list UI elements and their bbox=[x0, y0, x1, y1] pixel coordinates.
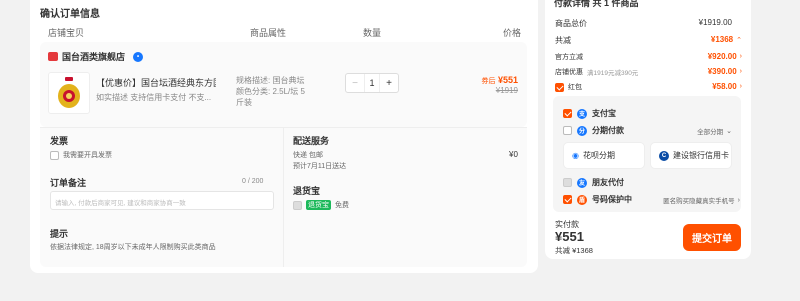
redpacket-checkbox[interactable] bbox=[555, 82, 564, 92]
shop-discount-title: 店铺优惠 bbox=[555, 69, 583, 76]
official-discount-value: ¥920.00 bbox=[707, 52, 737, 61]
ccb-credit-card-option[interactable]: C 建设银行信用卡 bbox=[650, 142, 732, 169]
remark-input[interactable]: 请输入, 付款后商家可见, 建议和商家协商一致 bbox=[50, 191, 274, 210]
color-line: 颜色分类: 2.5L/坛 5 bbox=[236, 87, 305, 96]
friend-pay-icon: 友 bbox=[577, 177, 587, 188]
shop-discount-rule: 满1919元减390元 bbox=[587, 70, 639, 77]
installment-all-link[interactable]: 全部分期 ⌄ bbox=[697, 126, 732, 136]
friend-pay-checkbox[interactable] bbox=[563, 178, 572, 187]
chevron-right-icon: › bbox=[739, 53, 742, 60]
return-service-badge: 退货宝 bbox=[306, 200, 331, 210]
product-title[interactable]: 【优惠价】国台坛酒经典东方国... bbox=[96, 76, 216, 89]
alipay-option[interactable]: 支 支付宝 bbox=[563, 108, 616, 119]
column-header-price: 价格 bbox=[503, 28, 522, 38]
official-discount-label: 官方立减 bbox=[555, 54, 583, 61]
chevron-down-icon: ⌄ bbox=[726, 128, 732, 135]
coupon-price-tag: 券后 bbox=[481, 78, 496, 85]
goods-total-value: ¥1919.00 bbox=[698, 18, 732, 27]
remark-counter: 0 / 200 bbox=[242, 178, 264, 185]
delivery-method[interactable]: 快递 包邮 bbox=[293, 150, 323, 160]
huabei-label: 花呗分期 bbox=[582, 151, 615, 160]
chevron-up-icon: ⌃ bbox=[736, 36, 742, 44]
final-price: ¥551 bbox=[497, 75, 518, 85]
shop-chat-icon[interactable]: • bbox=[133, 51, 144, 62]
shield-icon: 盾 bbox=[577, 194, 587, 205]
alipay-label: 支付宝 bbox=[592, 109, 616, 118]
discount-label: 共减 bbox=[555, 36, 571, 45]
liquor-jar-icon bbox=[58, 77, 80, 108]
official-discount-row[interactable]: ¥920.00 › bbox=[708, 52, 742, 61]
return-service-checkbox[interactable] bbox=[293, 200, 302, 210]
redpacket-value: ¥58.00 bbox=[712, 82, 737, 91]
return-service-note: 免费 bbox=[335, 202, 349, 209]
invoice-title: 发票 bbox=[50, 136, 69, 146]
summary-header: 付款详情 共 1 件商品 bbox=[554, 0, 639, 8]
ccb-label: 建设银行信用卡 bbox=[673, 151, 729, 160]
column-header-shop-item: 店铺宝贝 bbox=[48, 28, 85, 38]
friend-pay-option[interactable]: 友 朋友代付 bbox=[563, 177, 624, 188]
invoice-option-label: 我需要开具发票 bbox=[63, 152, 112, 159]
column-header-attributes: 商品属性 bbox=[250, 28, 287, 38]
installment-icon: 分 bbox=[577, 125, 587, 136]
shop-discount-value: ¥390.00 bbox=[707, 67, 737, 76]
options-divider bbox=[283, 127, 284, 267]
privacy-checkbox[interactable] bbox=[563, 195, 572, 204]
discount-row[interactable]: ¥1368 ⌃ bbox=[711, 35, 742, 44]
huabei-icon: ◉ bbox=[572, 151, 579, 160]
privacy-note-link[interactable]: 匿名购买隐藏真实手机号 › bbox=[663, 195, 740, 206]
tmall-icon bbox=[48, 52, 58, 61]
return-service-title: 退货宝 bbox=[293, 186, 321, 196]
installment-label: 分期付款 bbox=[592, 126, 624, 135]
price-block: 券后 ¥551 ¥1919 bbox=[481, 75, 518, 95]
delivery-eta: 预计7月11日送达 bbox=[293, 163, 347, 170]
paid-amount: ¥551 bbox=[555, 229, 584, 244]
chevron-right-icon: › bbox=[739, 83, 742, 90]
section-title: 确认订单信息 bbox=[40, 9, 100, 20]
chevron-right-icon: › bbox=[737, 196, 740, 204]
redpacket-option[interactable]: 红包 bbox=[555, 82, 582, 92]
alipay-checkbox[interactable] bbox=[563, 109, 572, 118]
quantity-stepper[interactable]: − 1 + bbox=[345, 73, 399, 93]
color-line-cont: 斤装 bbox=[236, 98, 252, 107]
delivery-fee: ¥0 bbox=[509, 150, 518, 159]
privacy-option[interactable]: 盾 号码保护中 bbox=[563, 194, 632, 205]
submit-order-button[interactable]: 提交订单 bbox=[683, 224, 741, 251]
product-service-tags: 如实描述 支持信用卡支付 不支... bbox=[96, 93, 212, 102]
decrease-button[interactable]: − bbox=[346, 78, 364, 89]
invoice-checkbox[interactable] bbox=[50, 150, 59, 160]
privacy-note: 匿名购买隐藏真实手机号 bbox=[663, 198, 735, 205]
spec-line: 规格描述: 国台典坛 bbox=[236, 76, 305, 85]
installment-option[interactable]: 分 分期付款 bbox=[563, 125, 624, 136]
shop-header[interactable]: 国台酒类旗舰店 • bbox=[48, 50, 144, 63]
remark-placeholder: 请输入, 付款后商家可见, 建议和商家协商一致 bbox=[55, 200, 186, 207]
privacy-label: 号码保护中 bbox=[592, 195, 632, 204]
redpacket-label: 红包 bbox=[568, 84, 582, 91]
product-spec[interactable]: 规格描述: 国台典坛 颜色分类: 2.5L/坛 5 斤装 bbox=[236, 75, 305, 108]
goods-total-label: 商品总价 bbox=[555, 19, 587, 28]
huabei-installment-option[interactable]: ◉ 花呗分期 bbox=[563, 142, 645, 169]
alipay-icon: 支 bbox=[577, 108, 587, 119]
remark-title: 订单备注 bbox=[50, 178, 87, 188]
invoice-option[interactable]: 我需要开具发票 bbox=[50, 150, 112, 160]
saved-amount: 共减 ¥1368 bbox=[555, 246, 593, 255]
quantity-value[interactable]: 1 bbox=[364, 74, 380, 92]
installment-all-label: 全部分期 bbox=[697, 129, 724, 136]
shop-name[interactable]: 国台酒类旗舰店 bbox=[62, 50, 125, 63]
product-image[interactable] bbox=[48, 72, 90, 114]
installment-checkbox[interactable] bbox=[563, 126, 572, 135]
notice-text: 依据法律规定, 18周岁以下未成年人限制购买此类商品 bbox=[50, 244, 216, 251]
shop-discount-label: 店铺优惠 满1919元减390元 bbox=[555, 67, 638, 77]
redpacket-row[interactable]: ¥58.00 › bbox=[712, 82, 742, 91]
column-header-quantity: 数量 bbox=[363, 28, 382, 38]
friend-pay-label: 朋友代付 bbox=[592, 178, 624, 187]
return-service-option[interactable]: 退货宝 免费 bbox=[293, 200, 349, 210]
discount-value: ¥1368 bbox=[710, 35, 734, 44]
notice-title: 提示 bbox=[50, 229, 69, 239]
original-price: ¥1919 bbox=[495, 86, 518, 95]
chevron-right-icon: › bbox=[739, 68, 742, 75]
delivery-title: 配送服务 bbox=[293, 136, 330, 146]
increase-button[interactable]: + bbox=[380, 78, 398, 89]
shop-discount-row[interactable]: ¥390.00 › bbox=[708, 67, 742, 76]
ccb-icon: C bbox=[659, 150, 669, 161]
